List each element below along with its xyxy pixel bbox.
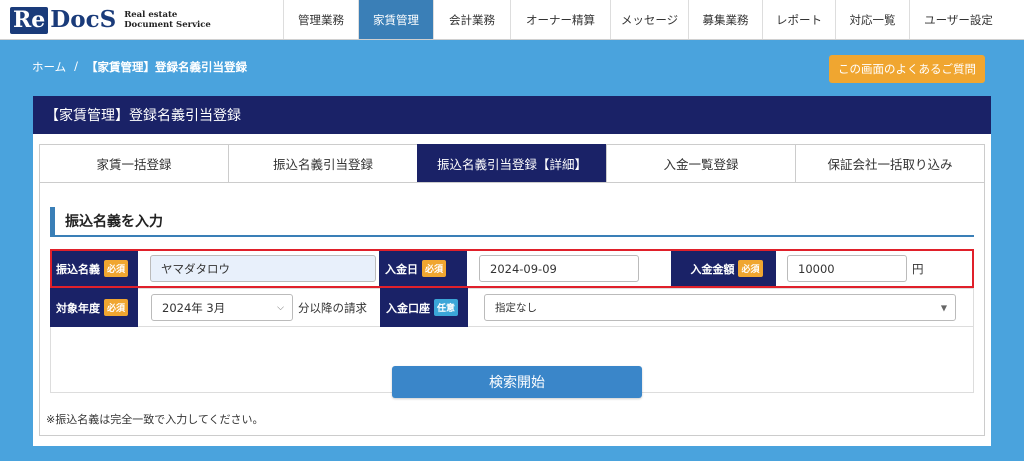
logo[interactable]: Re DocS Real estate Document Service — [10, 6, 211, 34]
nav-item-tasks[interactable]: 対応一覧 — [835, 0, 909, 39]
section-title: 振込名義を入力 — [50, 207, 974, 237]
tab-payment-list[interactable]: 入金一覧登録 — [606, 144, 795, 182]
breadcrumb-current: 【家賃管理】登録名義引当登録 — [86, 60, 248, 74]
target-year-label: 対象年度 必須 — [50, 288, 138, 327]
deposit-account-label: 入金口座 任意 — [380, 288, 468, 327]
target-year-value: 2024年 3月 — [162, 300, 226, 315]
payment-date-label-text: 入金日 — [385, 262, 418, 276]
form-row-2: 対象年度 必須 2024年 3月 ⌵ 分以降の請求 入金口座 任意 指定なし ▼ — [50, 288, 974, 327]
target-year-label-text: 対象年度 — [56, 301, 100, 315]
logo-sub-line2: Document Service — [124, 20, 211, 30]
amount-unit: 円 — [912, 261, 924, 276]
nav-item-user-settings[interactable]: ユーザー設定 — [909, 0, 1007, 39]
payment-amount-label: 入金金額 必須 — [671, 249, 776, 288]
main-nav: 管理業務 家賃管理 会計業務 オーナー精算 メッセージ 募集業務 レポート 対応… — [283, 0, 1007, 39]
main-panel: 【家賃管理】登録名義引当登録 家賃一括登録 振込名義引当登録 振込名義引当登録【… — [33, 96, 991, 446]
tab-transfer-name[interactable]: 振込名義引当登録 — [228, 144, 417, 182]
nav-item-recruitment[interactable]: 募集業務 — [688, 0, 762, 39]
panel-title: 【家賃管理】登録名義引当登録 — [33, 96, 991, 134]
transfer-name-label: 振込名義 必須 — [50, 249, 138, 288]
form-row-1: 振込名義 必須 ヤマダタロウ 入金日 必須 2024-09-09 入金金額 必須… — [50, 249, 974, 288]
deposit-account-value: 指定なし — [495, 302, 537, 314]
nav-item-accounting[interactable]: 会計業務 — [433, 0, 510, 39]
nav-item-reports[interactable]: レポート — [762, 0, 835, 39]
deposit-account-select[interactable]: 指定なし ▼ — [484, 294, 956, 321]
tab-guarantor-import[interactable]: 保証会社一括取り込み — [795, 144, 985, 182]
required-badge: 必須 — [104, 299, 129, 316]
form-note: ※振込名義は完全一致で入力してください。 — [46, 413, 264, 426]
payment-amount-input[interactable]: 10000 — [787, 255, 907, 282]
search-button[interactable]: 検索開始 — [392, 366, 642, 398]
caret-down-icon: ▼ — [940, 303, 947, 312]
logo-sub-line1: Real estate — [124, 10, 178, 20]
tab-content: 振込名義を入力 振込名義 必須 ヤマダタロウ 入金日 必須 2024-09-09… — [39, 182, 985, 436]
nav-item-owner-settlement[interactable]: オーナー精算 — [510, 0, 610, 39]
target-year-select[interactable]: 2024年 3月 ⌵ — [151, 294, 293, 321]
breadcrumb: ホーム / 【家賃管理】登録名義引当登録 — [32, 59, 247, 75]
breadcrumb-separator: / — [74, 59, 79, 73]
transfer-name-label-text: 振込名義 — [56, 262, 100, 276]
required-badge: 必須 — [422, 260, 447, 277]
top-bar: Re DocS Real estate Document Service 管理業… — [0, 0, 1024, 40]
tab-transfer-name-detail[interactable]: 振込名義引当登録【詳細】 — [417, 144, 606, 182]
tab-rent-bulk[interactable]: 家賃一括登録 — [39, 144, 228, 182]
logo-docs: DocS — [50, 6, 117, 33]
logo-subtitle: Real estate Document Service — [124, 10, 211, 30]
nav-item-management[interactable]: 管理業務 — [283, 0, 358, 39]
logo-re: Re — [10, 7, 49, 34]
nav-item-rent[interactable]: 家賃管理 — [358, 0, 433, 39]
deposit-account-label-text: 入金口座 — [386, 301, 430, 315]
payment-amount-label-text: 入金金額 — [690, 262, 735, 276]
tab-bar: 家賃一括登録 振込名義引当登録 振込名義引当登録【詳細】 入金一覧登録 保証会社… — [39, 144, 985, 182]
logo-mark: Re DocS — [10, 6, 116, 34]
required-badge: 必須 — [104, 260, 129, 277]
payment-date-input[interactable]: 2024-09-09 — [479, 255, 639, 282]
optional-badge: 任意 — [434, 299, 459, 316]
required-badge: 必須 — [738, 260, 763, 277]
payment-date-label: 入金日 必須 — [379, 249, 467, 288]
faq-button[interactable]: この画面のよくあるご質問 — [829, 55, 985, 83]
year-suffix: 分以降の請求 — [298, 300, 367, 315]
chevron-down-icon: ⌵ — [277, 302, 284, 313]
nav-item-messages[interactable]: メッセージ — [610, 0, 688, 39]
breadcrumb-home[interactable]: ホーム — [32, 59, 66, 75]
transfer-name-input[interactable]: ヤマダタロウ — [150, 255, 376, 282]
